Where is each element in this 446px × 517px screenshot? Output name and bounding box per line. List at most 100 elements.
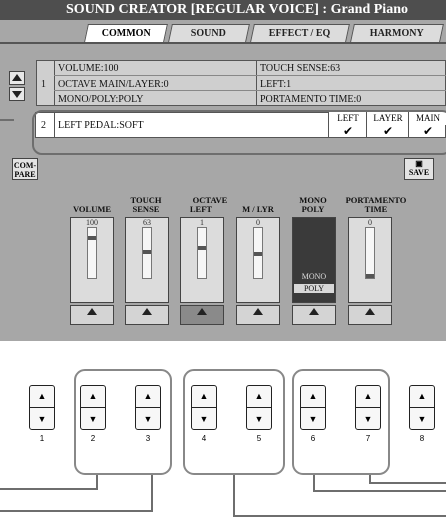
up-arrow-icon[interactable]: ▲ (81, 386, 105, 408)
connector-line (313, 490, 446, 492)
slider-track (197, 227, 207, 279)
octave-left-slider[interactable]: 1 (180, 217, 224, 303)
up-arrow-icon (12, 74, 22, 81)
mono-poly-label-2: POLY (301, 204, 325, 214)
column-divider (256, 60, 257, 106)
up-arrow-icon (365, 308, 375, 315)
connector-line (0, 510, 153, 512)
button-2[interactable]: ▲ ▼ (80, 385, 106, 430)
octave-left-value: LEFT:1 (260, 79, 292, 90)
up-arrow-icon[interactable]: ▲ (136, 386, 160, 408)
button-number: 1 (39, 434, 45, 443)
button-7[interactable]: ▲ ▼ (355, 385, 381, 430)
volume-slider[interactable]: 100 (70, 217, 114, 303)
button-6[interactable]: ▲ ▼ (300, 385, 326, 430)
touch-sense-label-2: SENSE (132, 204, 160, 214)
down-arrow-icon[interactable]: ▼ (30, 408, 54, 430)
octave-left-up-down[interactable] (180, 305, 224, 325)
up-arrow-icon (87, 308, 97, 315)
up-arrow-icon[interactable]: ▲ (356, 386, 380, 408)
portamento-time-slider[interactable]: 0 (348, 217, 392, 303)
button-8[interactable]: ▲ ▼ (409, 385, 435, 430)
mono-poly-selector[interactable]: MONO POLY (292, 217, 336, 303)
connector-line (313, 475, 315, 491)
slider-handle[interactable] (366, 274, 374, 278)
button-3[interactable]: ▲ ▼ (135, 385, 161, 430)
row-divider (54, 75, 446, 76)
button-number: 6 (310, 434, 316, 443)
tab-sound[interactable]: SOUND (168, 24, 250, 42)
touch-sense-value: TOUCH SENSE:63 (260, 63, 341, 74)
poly-option[interactable]: POLY (294, 284, 334, 293)
row-number-divider (54, 60, 55, 106)
button-number: 5 (256, 434, 262, 443)
touch-sense-slider-value: 63 (143, 218, 151, 227)
up-arrow-icon (253, 308, 263, 315)
down-arrow-icon[interactable]: ▼ (301, 408, 325, 430)
button-1[interactable]: ▲ ▼ (29, 385, 55, 430)
up-arrow-icon (309, 308, 319, 315)
up-arrow-icon[interactable]: ▲ (192, 386, 216, 408)
slider-handle[interactable] (88, 236, 96, 240)
connector-line (0, 488, 98, 490)
volume-slider-value: 100 (86, 218, 98, 227)
connector-line (369, 482, 446, 484)
slider-track (365, 227, 375, 279)
tab-common[interactable]: COMMON (84, 24, 168, 42)
octave-mlyr-label: M / LYR (242, 204, 274, 214)
slider-track (142, 227, 152, 279)
slider-handle[interactable] (198, 246, 206, 250)
down-arrow-icon (12, 91, 22, 98)
octave-main-layer-value: OCTAVE MAIN/LAYER:0 (58, 79, 169, 90)
highlight-callout (32, 110, 446, 155)
compare-button[interactable]: COM- PARE (12, 158, 38, 180)
volume-label: VOLUME (72, 204, 112, 214)
down-arrow-icon[interactable]: ▼ (192, 408, 216, 430)
down-arrow-icon[interactable]: ▼ (247, 408, 271, 430)
connector-line (151, 475, 153, 511)
up-arrow-icon[interactable]: ▲ (247, 386, 271, 408)
lcd-screen: SOUND CREATOR [REGULAR VOICE] : Grand Pi… (0, 0, 446, 341)
portamento-up-down[interactable] (348, 305, 392, 325)
octave-left-label: LEFT (189, 204, 213, 214)
mono-poly-value: MONO/POLY:POLY (58, 94, 144, 105)
page-up-button[interactable] (9, 71, 25, 85)
volume-value: VOLUME:100 (58, 63, 119, 74)
slider-track (87, 227, 97, 279)
slider-track (253, 227, 263, 279)
connector-line (96, 475, 98, 489)
octave-mlyr-slider-value: 0 (256, 218, 260, 227)
save-button[interactable]: ▣ SAVE (404, 158, 434, 180)
row-number: 1 (41, 79, 46, 90)
up-arrow-icon[interactable]: ▲ (30, 386, 54, 408)
down-arrow-icon[interactable]: ▼ (356, 408, 380, 430)
up-arrow-icon (197, 308, 207, 315)
portamento-label-2: TIME (364, 204, 388, 214)
tab-divider (0, 42, 446, 44)
button-5[interactable]: ▲ ▼ (246, 385, 272, 430)
touch-sense-up-down[interactable] (125, 305, 169, 325)
save-disk-icon: ▣ (415, 159, 423, 168)
save-label: SAVE (408, 168, 430, 177)
volume-up-down[interactable] (70, 305, 114, 325)
up-arrow-icon[interactable]: ▲ (410, 386, 434, 408)
tab-harmony[interactable]: HARMONY (350, 24, 444, 42)
down-arrow-icon[interactable]: ▼ (410, 408, 434, 430)
screen-title: SOUND CREATOR [REGULAR VOICE] : Grand Pi… (0, 0, 446, 20)
button-4[interactable]: ▲ ▼ (191, 385, 217, 430)
up-arrow-icon[interactable]: ▲ (301, 386, 325, 408)
mono-option[interactable]: MONO (294, 272, 334, 281)
button-number: 3 (145, 434, 151, 443)
octave-mlyr-up-down[interactable] (236, 305, 280, 325)
touch-sense-slider[interactable]: 63 (125, 217, 169, 303)
connector-line (233, 475, 235, 517)
up-arrow-icon (142, 308, 152, 315)
page-down-button[interactable] (9, 87, 25, 101)
mono-poly-up-down[interactable] (292, 305, 336, 325)
down-arrow-icon[interactable]: ▼ (136, 408, 160, 430)
tab-effect-eq[interactable]: EFFECT / EQ (250, 24, 350, 42)
octave-mlyr-slider[interactable]: 0 (236, 217, 280, 303)
slider-handle[interactable] (254, 252, 262, 256)
slider-handle[interactable] (143, 250, 151, 254)
down-arrow-icon[interactable]: ▼ (81, 408, 105, 430)
